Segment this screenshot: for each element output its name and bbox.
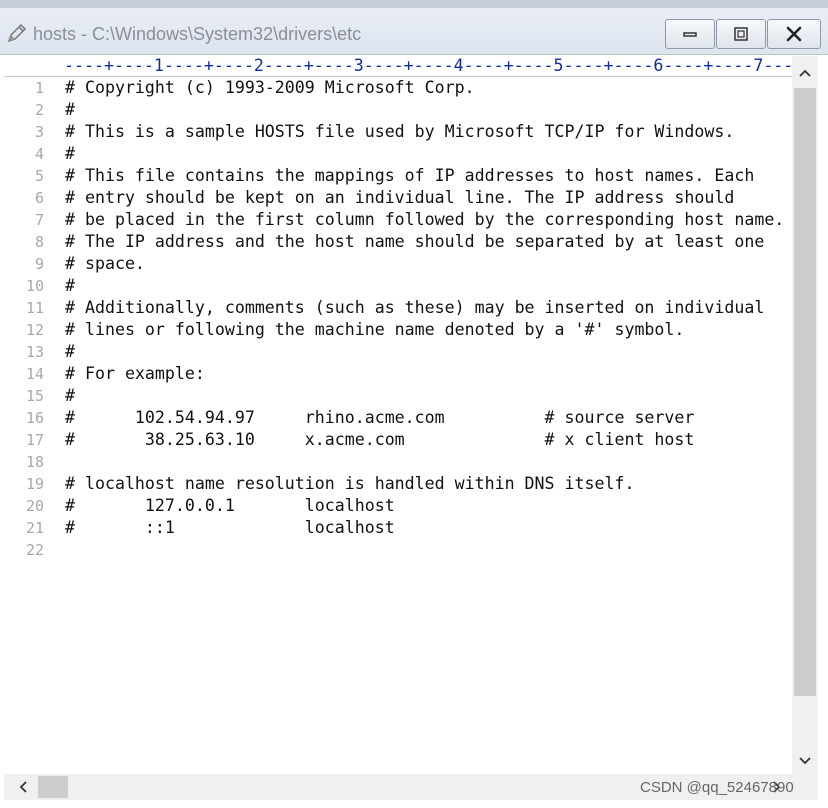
text-line[interactable] [65,539,784,561]
line-number: 8 [34,233,44,251]
line-number: 3 [34,123,44,141]
line-number: 20 [25,497,44,515]
close-button[interactable] [767,19,821,49]
line-number: 2 [34,101,44,119]
column-ruler: ----+----1----+----2----+----3----+----4… [64,56,792,76]
ruler-gutter [4,56,64,76]
line-number: 15 [25,387,44,405]
line-number: 13 [25,343,44,361]
screen-top-strip [0,0,828,8]
chevron-left-icon [19,781,27,793]
line-number: 19 [25,475,44,493]
line-number: 12 [25,321,44,339]
line-number: 18 [25,453,44,471]
maximize-icon [734,27,748,41]
line-number: 16 [25,409,44,427]
chevron-down-icon [799,757,811,765]
vertical-scrollbar[interactable] [792,56,818,774]
maximize-button[interactable] [716,19,766,49]
window-right-border [818,56,828,808]
line-number: 7 [34,211,44,229]
text-line[interactable]: # 127.0.0.1 localhost [65,495,784,517]
text-line[interactable]: # For example: [65,363,784,385]
line-number: 21 [25,519,44,537]
chevron-up-icon [799,69,811,77]
line-number: 4 [34,145,44,163]
text-line[interactable]: # Additionally, comments (such as these)… [65,297,784,319]
line-number: 14 [25,365,44,383]
line-number: 5 [34,167,44,185]
scroll-up-button[interactable] [794,62,816,84]
line-number: 1 [34,79,44,97]
text-line[interactable]: # [65,275,784,297]
text-editor[interactable]: 1 2 3 4 5 6 7 8 9 10 11 12 13 14 15 16 17 18 19 20 21 22 # Co… [4,77,792,774]
line-number: 6 [34,189,44,207]
text-line[interactable]: # The IP address and the host name shoul… [65,231,784,253]
text-line[interactable]: # [65,385,784,407]
watermark: CSDN @qq_52467890 [640,779,794,796]
title-bar[interactable]: hosts - C:\Windows\System32\drivers\etc [0,8,828,55]
minimize-button[interactable] [665,19,715,49]
text-line[interactable]: # [65,341,784,363]
scroll-down-button[interactable] [794,750,816,772]
horizontal-scroll-thumb[interactable] [38,776,68,798]
line-number: 22 [25,541,44,559]
line-number: 10 [25,277,44,295]
text-line[interactable]: # 38.25.63.10 x.acme.com # x client host [65,429,784,451]
line-number: 11 [25,299,44,317]
text-line[interactable]: # [65,143,784,165]
line-number: 9 [34,255,44,273]
text-line[interactable]: # entry should be kept on an individual … [65,187,784,209]
text-line[interactable]: # be placed in the first column followed… [65,209,784,231]
text-line[interactable]: # 102.54.94.97 rhino.acme.com # source s… [65,407,784,429]
pencil-icon [6,22,28,44]
text-line[interactable]: # [65,99,784,121]
minimize-icon [683,32,697,37]
text-line[interactable]: # localhost name resolution is handled w… [65,473,784,495]
text-line[interactable]: # lines or following the machine name de… [65,319,784,341]
text-line[interactable]: # Copyright (c) 1993-2009 Microsoft Corp… [65,77,784,99]
text-line[interactable]: # space. [65,253,784,275]
text-line[interactable] [65,451,784,473]
text-line[interactable]: # This is a sample HOSTS file used by Mi… [65,121,784,143]
vertical-scroll-thumb[interactable] [794,88,816,696]
line-number: 17 [25,431,44,449]
scroll-left-button[interactable] [12,776,34,798]
text-line[interactable]: # This file contains the mappings of IP … [65,165,784,187]
editor-text[interactable]: # Copyright (c) 1993-2009 Microsoft Corp… [65,77,784,561]
line-number-gutter: 1 2 3 4 5 6 7 8 9 10 11 12 13 14 15 16 17 18 19 20 21 22 [4,77,54,561]
scrollbar-corner [792,774,818,800]
text-line[interactable]: # ::1 localhost [65,517,784,539]
close-icon [786,26,802,42]
window-title: hosts - C:\Windows\System32\drivers\etc [33,24,362,44]
